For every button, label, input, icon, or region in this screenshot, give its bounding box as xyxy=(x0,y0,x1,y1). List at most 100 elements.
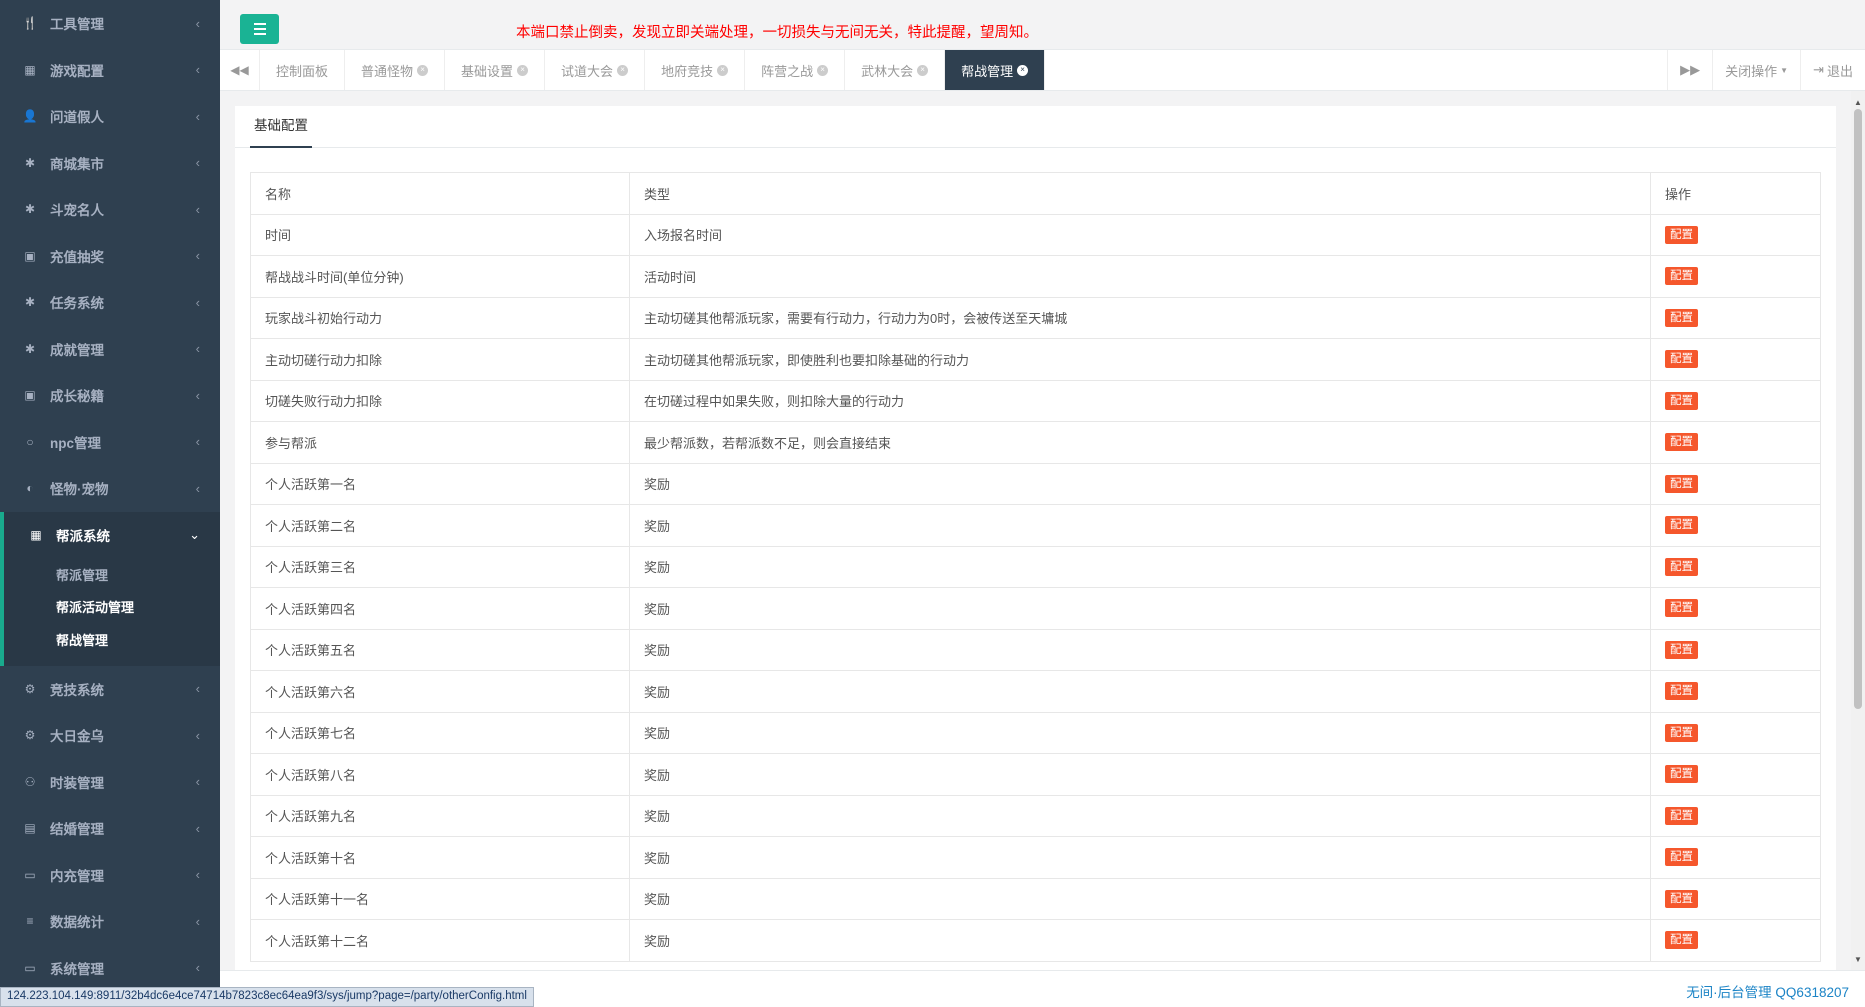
logout-button[interactable]: ⇥ 退出 xyxy=(1800,50,1865,90)
configure-button[interactable]: 配置 xyxy=(1665,723,1698,742)
sidebar-item-label: 任务系统 xyxy=(50,296,104,312)
configure-button[interactable]: 配置 xyxy=(1665,474,1698,493)
sidebar-item-a3[interactable]: ✱ 商城集市 ‹ xyxy=(0,140,220,187)
cell-type: 主动切磋其他帮派玩家，即使胜利也要扣除基础的行动力 xyxy=(629,338,1651,381)
close-icon[interactable]: × xyxy=(817,64,829,76)
chevron-left-icon: ‹ xyxy=(195,727,200,743)
chevron-down-icon: ⌄ xyxy=(189,526,200,542)
configure-button[interactable]: 配置 xyxy=(1665,599,1698,618)
cell-name: 个人活跃第一名 xyxy=(250,462,630,505)
sidebar-item-a1[interactable]: ▦ 游戏配置 ‹ xyxy=(0,47,220,94)
cell-type: 最少帮派数，若帮派数不足，则会直接结束 xyxy=(629,421,1651,464)
close-icon[interactable]: × xyxy=(1017,64,1029,76)
cell-action: 配置 xyxy=(1650,545,1821,588)
tab-6[interactable]: 武林大会 × xyxy=(845,50,946,90)
gear-icon: ✱ xyxy=(24,341,36,356)
close-operations-label: 关闭操作 xyxy=(1725,63,1778,79)
sidebar-item-b2[interactable]: ⚇ 时装管理 ‹ xyxy=(0,759,220,806)
tab-2[interactable]: 基础设置 × xyxy=(445,50,546,90)
sidebar-item-b1[interactable]: ⚙ 大日金乌 ‹ xyxy=(0,712,220,759)
close-icon[interactable]: × xyxy=(717,64,729,76)
tab-label: 地府竞技 xyxy=(661,63,714,79)
bike-icon: ⚇ xyxy=(24,774,36,789)
sidebar-subitem-1[interactable]: 帮派活动管理 xyxy=(4,591,220,624)
configure-button[interactable]: 配置 xyxy=(1665,516,1698,535)
sidebar-item-b5[interactable]: ≡ 数据统计 ‹ xyxy=(0,898,220,945)
cell-type: 奖励 xyxy=(629,462,1651,505)
hamburger-icon xyxy=(253,23,266,25)
sidebar-item-b3[interactable]: ▤ 结婚管理 ‹ xyxy=(0,805,220,852)
table-wrapper: 名称 类型 操作 时间 入场报名时间 配置 帮战战斗时间(单位分钟) 活动时间 配置 玩家战… xyxy=(235,148,1836,962)
sidebar-item-a10[interactable]: ◐ 怪物·宠物 ‹ xyxy=(0,465,220,512)
tab-1[interactable]: 普通怪物 × xyxy=(345,50,446,90)
configure-button[interactable]: 配置 xyxy=(1665,682,1698,701)
close-icon[interactable]: × xyxy=(417,64,429,76)
sidebar-item-b4[interactable]: ▭ 内充管理 ‹ xyxy=(0,852,220,899)
scroll-thumb[interactable] xyxy=(1854,109,1862,709)
gear-icon: ✱ xyxy=(24,295,36,310)
scroll-up-arrow-icon[interactable]: ▲ xyxy=(1851,95,1865,109)
tab-5[interactable]: 阵营之战 × xyxy=(745,50,846,90)
cell-action: 配置 xyxy=(1650,794,1821,837)
sidebar-item-label: 系统管理 xyxy=(50,961,104,977)
tab-label: 武林大会 xyxy=(861,63,914,79)
tab-3[interactable]: 试道大会 × xyxy=(545,50,646,90)
configure-button[interactable]: 配置 xyxy=(1665,350,1698,369)
configure-button[interactable]: 配置 xyxy=(1665,889,1698,908)
cell-type: 奖励 xyxy=(629,711,1651,754)
cell-action: 配置 xyxy=(1650,296,1821,339)
configure-button[interactable]: 配置 xyxy=(1665,640,1698,659)
close-icon[interactable]: × xyxy=(617,64,629,76)
tab-4[interactable]: 地府竞技 × xyxy=(645,50,746,90)
configure-button[interactable]: 配置 xyxy=(1665,848,1698,867)
sidebar-item-a7[interactable]: ✱ 成就管理 ‹ xyxy=(0,326,220,373)
close-operations-dropdown[interactable]: 关闭操作 ▼ xyxy=(1712,50,1800,90)
close-icon[interactable]: × xyxy=(517,64,529,76)
sidebar-item-b6[interactable]: ▭ 系统管理 ‹ xyxy=(0,945,220,992)
cell-name: 主动切磋行动力扣除 xyxy=(250,338,630,381)
sidebar-subitem-2[interactable]: 帮战管理 xyxy=(4,623,220,656)
configure-button[interactable]: 配置 xyxy=(1665,557,1698,576)
chevron-left-icon: ‹ xyxy=(195,387,200,403)
content-scrollbar[interactable]: ▲ ▼ xyxy=(1851,91,1865,970)
sidebar-item-label: 数据统计 xyxy=(50,915,104,931)
money-icon: ▣ xyxy=(24,248,36,263)
cell-name: 个人活跃第十名 xyxy=(250,836,630,879)
chevron-left-icon: ‹ xyxy=(195,774,200,790)
tab-7[interactable]: 帮战管理 × xyxy=(945,50,1046,90)
sidebar-item-a4[interactable]: ✱ 斗宠名人 ‹ xyxy=(0,186,220,233)
tab-label: 帮战管理 xyxy=(961,63,1014,79)
sidebar-item-a5[interactable]: ▣ 充值抽奖 ‹ xyxy=(0,233,220,280)
sidebar-item-a9[interactable]: ○ npc管理 ‹ xyxy=(0,419,220,466)
sidebar-item-a8[interactable]: ▣ 成长秘籍 ‹ xyxy=(0,372,220,419)
close-icon[interactable]: × xyxy=(917,64,929,76)
sidebar-item-group0[interactable]: ▦ 帮派系统 ⌄ xyxy=(4,512,220,559)
configure-button[interactable]: 配置 xyxy=(1665,225,1698,244)
sidebar-item-a2[interactable]: 👤 问道假人 ‹ xyxy=(0,93,220,140)
configure-button[interactable]: 配置 xyxy=(1665,931,1698,950)
configure-button[interactable]: 配置 xyxy=(1665,433,1698,452)
sidebar-subitem-0[interactable]: 帮派管理 xyxy=(4,558,220,591)
sidebar-item-label: 工具管理 xyxy=(50,17,104,33)
tabs-scroll-right-button[interactable]: ▶▶ xyxy=(1667,50,1712,90)
sidebar-item-b0[interactable]: ⚙ 竞技系统 ‹ xyxy=(0,666,220,713)
configure-button[interactable]: 配置 xyxy=(1665,308,1698,327)
chevron-left-icon: ‹ xyxy=(195,155,200,171)
scroll-down-arrow-icon[interactable]: ▼ xyxy=(1851,952,1865,966)
page-tabs: 控制面板 普通怪物 × 基础设置 × 试道大会 × 地府竞技 × 阵营之战 × 武林大会 × 帮战管理 × xyxy=(260,50,1046,90)
cell-action: 配置 xyxy=(1650,338,1821,381)
configure-button[interactable]: 配置 xyxy=(1665,391,1698,410)
tabs-scroll-left-button[interactable]: ◀◀ xyxy=(220,50,260,90)
menu-toggle-button[interactable] xyxy=(240,14,279,44)
sidebar-item-a0[interactable]: 🍴 工具管理 ‹ xyxy=(0,0,220,47)
tab-0[interactable]: 控制面板 xyxy=(260,50,346,90)
panel-tabs: 基础配置 xyxy=(235,106,1836,148)
page-tabs-bar: ◀◀ 控制面板 普通怪物 × 基础设置 × 试道大会 × 地府竞技 × 阵营之战 × 武林大会 × 帮战管… xyxy=(220,50,1865,91)
tab-basic-config[interactable]: 基础配置 xyxy=(250,106,312,148)
configure-button[interactable]: 配置 xyxy=(1665,267,1698,286)
table-row: 个人活跃第十一名 奖励 配置 xyxy=(250,877,1821,920)
cell-name: 个人活跃第四名 xyxy=(250,587,630,630)
configure-button[interactable]: 配置 xyxy=(1665,806,1698,825)
sidebar-item-a6[interactable]: ✱ 任务系统 ‹ xyxy=(0,279,220,326)
configure-button[interactable]: 配置 xyxy=(1665,765,1698,784)
